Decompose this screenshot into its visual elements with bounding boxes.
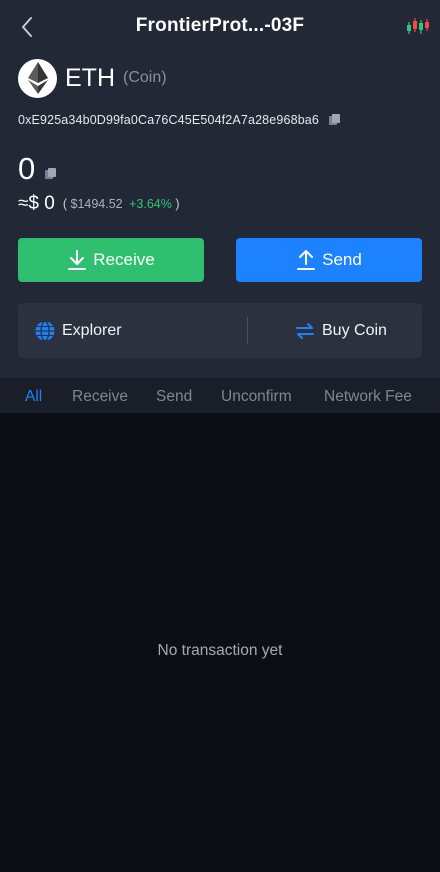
upload-icon [297, 250, 316, 270]
price-paren-open: ( [62, 197, 68, 211]
send-button[interactable]: Send [236, 238, 422, 282]
back-button[interactable] [16, 13, 40, 41]
tab-unconfirm[interactable]: Unconfirm [221, 388, 292, 406]
buy-coin-label: Buy Coin [322, 321, 387, 339]
empty-state-message: No transaction yet [157, 642, 283, 659]
tab-receive[interactable]: Receive [72, 388, 128, 406]
tab-send[interactable]: Send [156, 388, 192, 406]
copy-balance-icon[interactable] [45, 168, 57, 180]
tab-all[interactable]: All [25, 388, 42, 406]
coin-symbol: ETH [65, 63, 115, 92]
wallet-header-panel: FrontierProt...-03F ETH (Coin) 0xE925a34… [0, 0, 440, 378]
price-change: +3.64% [129, 197, 172, 211]
ethereum-logo-icon [18, 58, 57, 98]
swap-arrows-icon [296, 322, 314, 339]
copy-address-icon[interactable] [329, 114, 341, 126]
tab-network-fee[interactable]: Network Fee [324, 388, 412, 406]
balance-amount: 0 [18, 151, 36, 186]
tools-bar: Explorer Buy Coin [18, 303, 422, 358]
coin-price: $1494.52 [70, 197, 123, 211]
page-title: FrontierProt...-03F [135, 15, 305, 36]
wallet-address: 0xE925a34b0D99fa0Ca76C45E504f2A7a28e968b… [18, 113, 320, 127]
buy-coin-button[interactable]: Buy Coin [294, 303, 387, 358]
download-icon [68, 250, 87, 270]
send-label: Send [322, 250, 362, 269]
market-chart-button[interactable] [406, 14, 432, 38]
coin-info: ETH (Coin) [18, 58, 167, 98]
receive-button[interactable]: Receive [18, 238, 204, 282]
transaction-tabs: All Receive Send Unconfirm Network Fee [0, 378, 440, 413]
chevron-left-icon [22, 17, 32, 37]
price-paren-close: ) [175, 197, 180, 211]
receive-label: Receive [93, 250, 155, 269]
balance-row: 0 [18, 152, 57, 186]
coin-type: (Coin) [123, 69, 167, 86]
explorer-label: Explorer [62, 321, 122, 339]
nav-bar: FrontierProt...-03F [0, 0, 440, 54]
tools-divider [247, 317, 248, 344]
candlestick-chart-icon [407, 18, 429, 34]
fiat-row: ≈$ 0 ( $1494.52 +3.64% ) [18, 193, 180, 215]
globe-icon [35, 320, 55, 341]
explorer-button[interactable]: Explorer [34, 303, 122, 358]
address-row: 0xE925a34b0D99fa0Ca76C45E504f2A7a28e968b… [18, 113, 341, 127]
fiat-balance: ≈$ 0 [18, 193, 55, 214]
price-detail: ( $1494.52 +3.64% ) [63, 197, 180, 211]
